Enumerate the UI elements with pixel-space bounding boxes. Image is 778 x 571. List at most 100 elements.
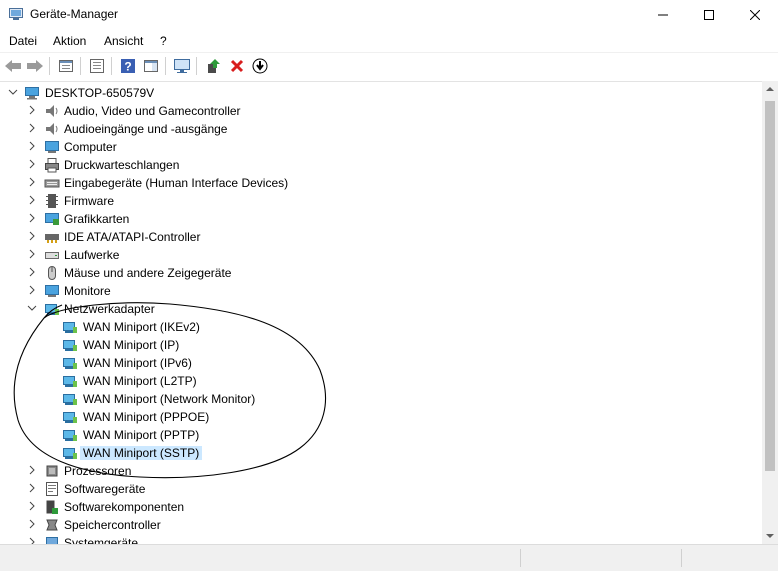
tree-category-softwaregeräte[interactable]: Softwaregeräte: [0, 480, 760, 498]
toolbar-separator: [80, 57, 81, 75]
chevron-right-icon[interactable]: [26, 122, 38, 134]
tree-category-netzwerkadapter[interactable]: Netzwerkadapter: [0, 300, 760, 318]
tree-category-speichercontroller[interactable]: Speichercontroller: [0, 516, 760, 534]
tree-category-prozessoren[interactable]: Prozessoren: [0, 462, 760, 480]
menu-ansicht[interactable]: Ansicht: [104, 34, 143, 48]
menu-aktion[interactable]: Aktion: [53, 34, 86, 48]
monitor-icon: [174, 59, 190, 73]
device-manager-icon: [9, 8, 23, 20]
title-bar: Geräte-Manager: [0, 0, 778, 30]
chevron-right-icon[interactable]: [26, 140, 38, 152]
chevron-right-icon[interactable]: [26, 518, 38, 530]
chevron-right-icon[interactable]: [26, 176, 38, 188]
chevron-right-icon[interactable]: [26, 230, 38, 242]
monitor-icon: [45, 285, 59, 297]
maximize-button[interactable]: [686, 0, 732, 30]
tree-category-label: Prozessoren: [64, 464, 132, 478]
chevron-right-icon[interactable]: [26, 284, 38, 296]
tree-category-label: Grafikkarten: [64, 212, 130, 226]
tree-category-label: Audioeingänge und -ausgänge: [64, 122, 228, 136]
action-pane-button[interactable]: [141, 56, 161, 76]
processor-icon: [46, 465, 58, 477]
status-bar: [0, 544, 778, 571]
chevron-right-icon[interactable]: [26, 158, 38, 170]
help-button[interactable]: ?: [118, 56, 138, 76]
vertical-scrollbar[interactable]: [762, 81, 778, 544]
close-button[interactable]: [732, 0, 778, 30]
tree-category-laufwerke[interactable]: Laufwerke: [0, 246, 760, 264]
tree-category-audioeingänge-und-ausgänge[interactable]: Audioeingänge und -ausgänge: [0, 120, 760, 138]
tree-root-label: DESKTOP-650579V: [45, 86, 155, 100]
update-driver-button[interactable]: [203, 56, 223, 76]
network-adapter-icon: [63, 322, 77, 333]
forward-button[interactable]: [25, 56, 45, 76]
properties-button[interactable]: [56, 56, 76, 76]
tree-device-wan-miniport-ipv6[interactable]: WAN Miniport (IPv6): [0, 354, 760, 372]
status-cell: [0, 549, 521, 567]
tree-root[interactable]: DESKTOP-650579V: [0, 84, 760, 102]
tree-device-wan-miniport-pppoe[interactable]: WAN Miniport (PPPOE): [0, 408, 760, 426]
chevron-down-icon[interactable]: [7, 86, 19, 98]
mouse-icon: [48, 266, 56, 280]
tree-category-grafikkarten[interactable]: Grafikkarten: [0, 210, 760, 228]
tree-category-firmware[interactable]: Firmware: [0, 192, 760, 210]
toolbar: ?: [0, 52, 778, 82]
firmware-chip-icon: [46, 194, 58, 208]
chevron-right-icon[interactable]: [26, 212, 38, 224]
tree-device-wan-miniport-sstp[interactable]: WAN Miniport (SSTP): [0, 444, 760, 462]
chevron-right-icon[interactable]: [26, 266, 38, 278]
scroll-down-icon[interactable]: [766, 533, 774, 539]
chevron-right-icon[interactable]: [26, 536, 38, 544]
menu-datei[interactable]: Datei: [9, 34, 37, 48]
tree-category-computer[interactable]: Computer: [0, 138, 760, 156]
tree-category-label: Mäuse und andere Zeigegeräte: [64, 266, 232, 280]
menu-help[interactable]: ?: [160, 34, 167, 48]
chevron-right-icon[interactable]: [26, 464, 38, 476]
scroll-up-icon[interactable]: [766, 86, 774, 92]
drive-icon: [45, 252, 59, 259]
chevron-right-icon[interactable]: [26, 248, 38, 260]
tree-category-eingabegeräte-human-interface-devices[interactable]: Eingabegeräte (Human Interface Devices): [0, 174, 760, 192]
tree-category-monitore[interactable]: Monitore: [0, 282, 760, 300]
network-adapter-icon: [63, 430, 77, 441]
status-cell: [682, 549, 777, 567]
keyboard-icon: [44, 179, 60, 188]
tree-device-wan-miniport-pptp[interactable]: WAN Miniport (PPTP): [0, 426, 760, 444]
tree-category-audio-video-und-gamecontroller[interactable]: Audio, Video und Gamecontroller: [0, 102, 760, 120]
download-button[interactable]: [250, 56, 270, 76]
chevron-right-icon[interactable]: [26, 482, 38, 494]
chevron-right-icon[interactable]: [26, 194, 38, 206]
tree-device-wan-miniport-l2tp[interactable]: WAN Miniport (L2TP): [0, 372, 760, 390]
tree-category-druckwarteschlangen[interactable]: Druckwarteschlangen: [0, 156, 760, 174]
toolbar-separator: [196, 57, 197, 75]
update-driver-icon: [208, 59, 220, 73]
tree-device-wan-miniport-ip[interactable]: WAN Miniport (IP): [0, 336, 760, 354]
tree-category-mäuse-und-andere-zeigegeräte[interactable]: Mäuse und andere Zeigegeräte: [0, 264, 760, 282]
tree-category-label: Firmware: [64, 194, 114, 208]
network-adapter-icon: [45, 304, 59, 315]
svg-text:?: ?: [124, 60, 131, 74]
toolbar-separator: [165, 57, 166, 75]
tree-category-softwarekomponenten[interactable]: Softwarekomponenten: [0, 498, 760, 516]
tree-category-ide-ata-atapi-controller[interactable]: IDE ATA/ATAPI-Controller: [0, 228, 760, 246]
minimize-button[interactable]: [640, 0, 686, 30]
tree-device-wan-miniport-network-monitor[interactable]: WAN Miniport (Network Monitor): [0, 390, 760, 408]
list-button[interactable]: [87, 56, 107, 76]
tree-device-label: WAN Miniport (IPv6): [83, 356, 192, 370]
uninstall-button[interactable]: [227, 56, 247, 76]
chevron-right-icon[interactable]: [26, 104, 38, 116]
chevron-down-icon[interactable]: [26, 302, 38, 314]
scrollbar-thumb[interactable]: [765, 101, 775, 471]
scan-hardware-button[interactable]: [172, 56, 192, 76]
chevron-right-icon[interactable]: [26, 500, 38, 512]
ide-controller-icon: [45, 234, 59, 243]
computer-icon: [25, 87, 39, 100]
network-adapter-icon: [63, 358, 77, 369]
download-icon: [252, 58, 268, 74]
tree-category-systemgeräte[interactable]: Systemgeräte: [0, 534, 760, 544]
back-button[interactable]: [3, 56, 23, 76]
tree-category-label: Monitore: [64, 284, 111, 298]
tree-device-wan-miniport-ikev2[interactable]: WAN Miniport (IKEv2): [0, 318, 760, 336]
tree-device-label: WAN Miniport (Network Monitor): [83, 392, 256, 406]
monitor-icon: [45, 141, 59, 153]
